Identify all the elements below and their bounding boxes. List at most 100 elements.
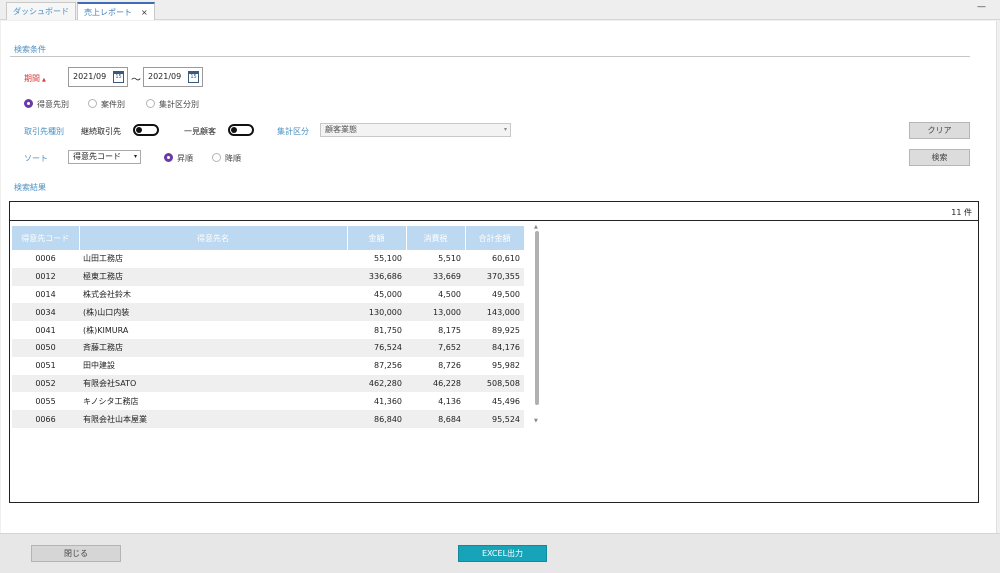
cell-code: 0052 [12,374,79,393]
table-row[interactable]: 0012 極東工務店 336,686 33,669 370,355 [12,267,524,286]
cell-name: 有限会社山本屋業 [79,410,347,428]
tab-sales-report[interactable]: 売上レポート × [77,2,155,20]
column-header[interactable]: 消費税 [406,226,466,250]
toggle-knob [136,127,142,133]
cell-total: 49,500 [492,289,520,299]
table-row[interactable]: 0051 田中建設 87,256 8,726 95,982 [12,357,524,375]
chevron-down-icon: ▾ [503,126,507,133]
table-row[interactable]: 0006 山田工務店 55,100 5,510 60,610 [12,250,524,268]
cell-amount: 55,100 [374,254,402,264]
cell-total: 95,982 [492,361,520,371]
column-header[interactable]: 合計金額 [465,226,525,250]
radio-by-category[interactable] [146,99,155,108]
cell-code: 0014 [35,289,56,299]
clear-button[interactable]: クリア [909,122,970,139]
continuing-toggle[interactable] [133,124,159,136]
cell-amount: 130,000 [347,303,406,322]
result-count: 11 件 [951,208,972,217]
cell-tax: 4,136 [438,396,461,406]
excel-export-button[interactable]: EXCEL出力 [458,545,547,562]
table-row[interactable]: 0041 (株)KIMURA 81,750 8,175 89,925 [12,321,524,339]
column-header[interactable]: 得意先コード [12,226,80,250]
results-section-title: 検索結果 [14,183,46,192]
cell-total: 89,925 [492,325,520,335]
search-section-title: 検索条件 [14,45,46,54]
period-label: 期間 ▲ [24,73,46,84]
radio-label: 得意先別 [37,100,69,109]
calendar-day: 15 [190,74,197,80]
cell-tax: 46,228 [406,374,465,393]
cell-code: 0066 [12,410,79,428]
cell-amount: 81,750 [374,325,402,335]
cell-total: 60,610 [492,254,520,264]
scroll-up-icon[interactable]: ▲ [534,224,538,230]
calendar-icon[interactable]: 15 [113,71,124,83]
cell-amount: 462,280 [347,374,406,393]
minimize-icon[interactable]: — [977,2,986,12]
search-button[interactable]: 検索 [909,149,970,166]
table-header-row: 得意先コード 得意先名 金額 消費税 合計金額 [12,226,525,250]
date-separator: ～ [131,75,141,86]
oneoff-toggle[interactable] [228,124,254,136]
continuing-label: 継続取引先 [81,127,121,136]
cell-name: 山田工務店 [83,254,123,264]
radio-by-project[interactable] [88,99,97,108]
column-header[interactable]: 金額 [347,226,407,250]
cell-name: 有限会社SATO [79,374,347,393]
cell-code: 0006 [35,254,56,264]
table-row[interactable]: 0066 有限会社山本屋業 86,840 8,684 95,524 [12,410,524,428]
cell-name: 斉藤工務店 [79,338,347,357]
cell-tax: 13,000 [406,303,465,322]
radio-by-customer[interactable] [24,99,33,108]
scroll-down-icon[interactable]: ▼ [534,418,538,424]
column-header[interactable]: 得意先名 [79,226,348,250]
table-row[interactable]: 0014 株式会社鈴木 45,000 4,500 49,500 [12,286,524,304]
radio-label: 集計区分別 [159,100,199,109]
calendar-day: 15 [115,74,122,80]
radio-descending[interactable] [212,153,221,162]
cell-total: 45,496 [492,396,520,406]
category-select[interactable]: 顧客業態 ▾ [320,123,511,137]
table-row[interactable]: 0052 有限会社SATO 462,280 46,228 508,508 [12,374,524,393]
cell-tax: 7,652 [406,338,465,357]
tab-label: 売上レポート [84,8,132,17]
cell-amount: 76,524 [347,338,406,357]
close-icon[interactable]: × [141,8,148,17]
cell-tax: 5,510 [438,254,461,264]
table-row[interactable]: 0055 キノシタ工務店 41,360 4,136 45,496 [12,392,524,410]
radio-ascending[interactable] [164,153,173,162]
main-content: 検索条件 期間 ▲ 2021/09 15 ～ 2021/09 15 得意先別 案件… [1,21,997,533]
cell-name: 株式会社鈴木 [83,289,131,299]
cell-name: 極東工務店 [79,267,347,286]
sort-label: ソート [24,154,48,163]
cell-code: 0041 [35,325,56,335]
toggle-knob [231,127,237,133]
date-to-field[interactable]: 2021/09 15 [143,67,203,87]
calendar-icon[interactable]: 15 [188,71,199,83]
radio-label: 案件別 [101,100,125,109]
cell-amount: 87,256 [374,361,402,371]
footer-bar: 閉じる EXCEL出力 [0,533,1000,573]
table-row[interactable]: 0034 (株)山口内装 130,000 13,000 143,000 [12,303,524,322]
cell-code: 0051 [35,361,56,371]
radio-label: 降順 [225,154,241,163]
cell-tax: 33,669 [406,267,465,286]
partner-type-label: 取引先種別 [24,127,64,136]
sort-select[interactable]: 得意先コード ▾ [68,150,141,164]
close-button[interactable]: 閉じる [31,545,121,562]
cell-code: 0055 [35,396,56,406]
cell-code: 0050 [12,338,79,357]
tab-dashboard[interactable]: ダッシュボード [6,2,76,20]
table-row[interactable]: 0050 斉藤工務店 76,524 7,652 84,176 [12,338,524,357]
divider [10,220,978,221]
cell-total: 95,524 [465,410,524,428]
results-table: 得意先コード 得意先名 金額 消費税 合計金額 0006 山田工務店 55,100 5… [12,226,525,428]
date-to-value: 2021/09 [148,72,182,81]
cell-name: 田中建設 [83,361,115,371]
date-from-field[interactable]: 2021/09 15 [68,67,128,87]
cell-tax: 8,684 [406,410,465,428]
cell-total: 508,508 [465,374,524,393]
table-scrollbar[interactable] [535,231,539,405]
cell-code: 0034 [12,303,79,322]
results-panel: 11 件 得意先コード 得意先名 金額 消費税 合計金額 0006 山田工務店 55… [9,201,979,503]
